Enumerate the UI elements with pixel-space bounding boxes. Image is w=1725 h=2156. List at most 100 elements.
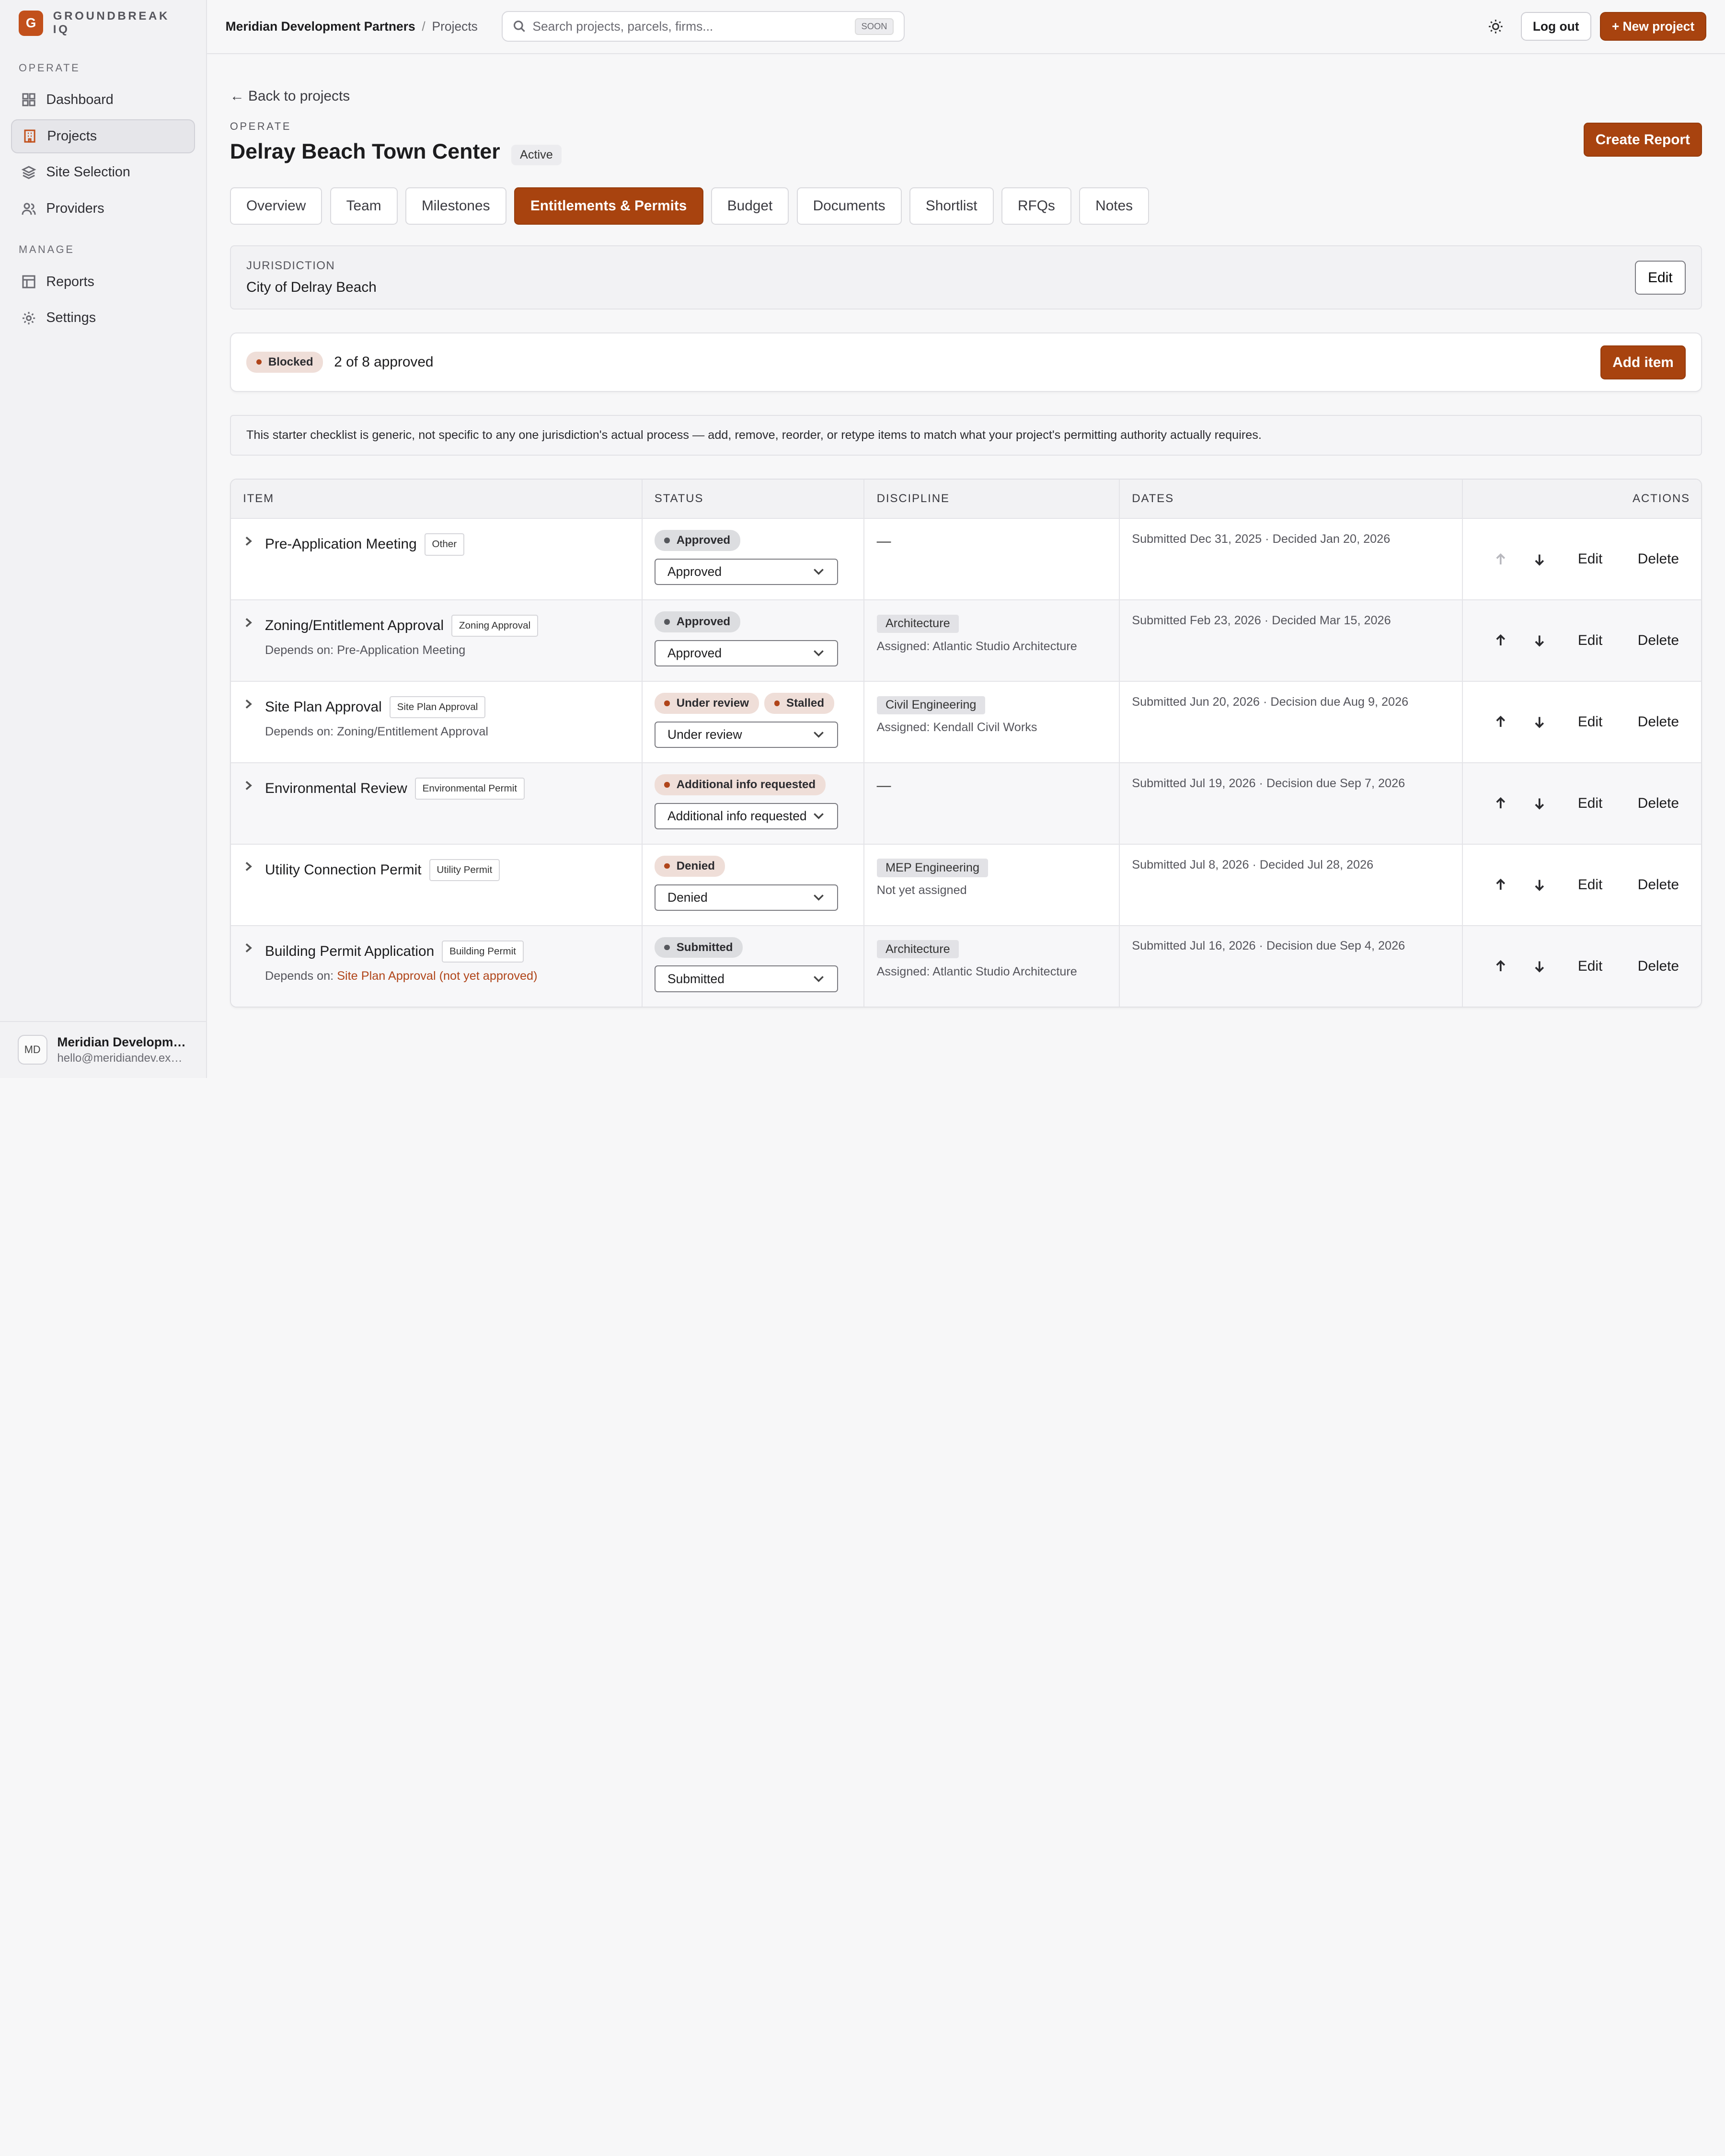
move-up-icon[interactable] [1494, 715, 1507, 729]
depends-on: Depends on: Pre-Application Meeting [265, 643, 466, 657]
status-badges: Under review Stalled [654, 693, 851, 714]
status-dot [664, 782, 670, 788]
back-link[interactable]: ← Back to projects [230, 88, 350, 104]
sun-icon[interactable] [1487, 18, 1505, 35]
status-select[interactable]: Approved [654, 640, 839, 667]
cell-discipline: Architecture Assigned: Atlantic Studio Ar… [864, 600, 1120, 681]
sidebar-item-label: Settings [46, 310, 96, 326]
search-box[interactable]: SOON [502, 11, 905, 42]
status-select[interactable]: Additional info requested [654, 803, 839, 829]
delete-button[interactable]: Delete [1638, 958, 1679, 975]
status-select[interactable]: Approved [654, 559, 839, 585]
status-select-value: Under review [667, 727, 742, 742]
tab-notes[interactable]: Notes [1079, 187, 1150, 225]
edit-button[interactable]: Edit [1578, 958, 1602, 975]
breadcrumb-firm[interactable]: Meridian Development Partners [226, 19, 415, 34]
delete-button[interactable]: Delete [1638, 795, 1679, 812]
sidebar-item-site-selection[interactable]: Site Selection [11, 155, 195, 189]
sidebar-item-projects[interactable]: Projects [11, 119, 195, 153]
add-item-button[interactable]: Add item [1600, 345, 1686, 380]
chevron-down-icon [813, 569, 824, 575]
status-select[interactable]: Under review [654, 721, 839, 748]
cell-actions: Edit Delete [1463, 519, 1701, 599]
delete-button[interactable]: Delete [1638, 551, 1679, 567]
brand[interactable]: G GROUNDBREAK IQ [0, 0, 206, 46]
move-down-icon[interactable] [1533, 634, 1546, 647]
chevron-right-icon[interactable] [243, 617, 254, 628]
depends-warning[interactable]: Site Plan Approval (not yet approved) [337, 969, 537, 983]
sidebar-item-reports[interactable]: Reports [11, 264, 195, 298]
edit-button[interactable]: Edit [1578, 714, 1602, 730]
breadcrumb-separator: / [422, 19, 426, 34]
edit-button[interactable]: Edit [1578, 795, 1602, 812]
sidebar-item-dashboard[interactable]: Dashboard [11, 83, 195, 117]
tab-entitlements-permits[interactable]: Entitlements & Permits [514, 187, 703, 225]
cell-discipline: Architecture Assigned: Atlantic Studio Ar… [864, 926, 1120, 1007]
table-row: Site Plan Approval Site Plan Approval De… [230, 681, 1701, 763]
move-down-icon[interactable] [1533, 797, 1546, 810]
depends-on: Depends on: Zoning/Entitlement Approval [265, 725, 489, 739]
chevron-right-icon[interactable] [243, 536, 254, 547]
move-up-icon[interactable] [1494, 960, 1507, 973]
status-select[interactable]: Submitted [654, 965, 839, 992]
cell-item: Environmental Review Environmental Permi… [231, 763, 643, 844]
edit-button[interactable]: Edit [1578, 877, 1602, 893]
create-report-button[interactable]: Create Report [1583, 123, 1702, 157]
status-badge-label: Under review [676, 696, 749, 710]
edit-button[interactable]: Edit [1578, 632, 1602, 649]
tab-team[interactable]: Team [330, 187, 398, 225]
logout-button[interactable]: Log out [1520, 12, 1591, 41]
move-down-icon[interactable] [1533, 878, 1546, 892]
move-down-icon[interactable] [1533, 715, 1546, 729]
chevron-right-icon[interactable] [243, 699, 254, 710]
tab-documents[interactable]: Documents [796, 187, 902, 225]
item-type-tag: Environmental Permit [414, 777, 525, 800]
chevron-right-icon[interactable] [243, 942, 254, 953]
search-input[interactable] [532, 19, 855, 34]
move-up-icon[interactable] [1494, 878, 1507, 892]
users-icon [22, 203, 36, 215]
new-project-button[interactable]: + New project [1599, 12, 1707, 41]
tab-budget[interactable]: Budget [711, 187, 789, 225]
user-name: Meridian Development Partners [57, 1034, 187, 1049]
cell-dates: Submitted Jun 20, 2026 · Decision due Au… [1120, 682, 1463, 763]
cell-actions: Edit Delete [1463, 926, 1701, 1007]
depends-prefix: Depends on: [265, 969, 337, 983]
status-badge: Submitted [654, 937, 743, 958]
sidebar-item-settings[interactable]: Settings [11, 301, 195, 335]
move-down-icon[interactable] [1533, 960, 1546, 973]
move-down-icon[interactable] [1533, 553, 1546, 566]
sidebar-item-providers[interactable]: Providers [11, 192, 195, 226]
tab-rfqs[interactable]: RFQs [1001, 187, 1071, 225]
status-dot [664, 944, 670, 951]
move-up-icon[interactable] [1494, 634, 1507, 647]
assigned-firm: Not yet assigned [876, 883, 967, 897]
edit-button[interactable]: Edit [1578, 551, 1602, 567]
delete-button[interactable]: Delete [1638, 877, 1679, 893]
table-row: Building Permit Application Building Per… [230, 925, 1701, 1007]
chevron-right-icon[interactable] [243, 861, 254, 872]
status-select[interactable]: Denied [654, 884, 839, 911]
delete-button[interactable]: Delete [1638, 632, 1679, 649]
status-badge: Stalled [764, 693, 834, 714]
col-status: STATUS [643, 480, 865, 518]
table-row: Pre-Application Meeting Other Approved A… [230, 518, 1701, 600]
tab-milestones[interactable]: Milestones [405, 187, 506, 225]
breadcrumb-page[interactable]: Projects [432, 19, 478, 34]
jurisdiction-edit-button[interactable]: Edit [1634, 261, 1686, 295]
cell-actions: Edit Delete [1463, 763, 1701, 844]
cell-dates: Submitted Feb 23, 2026 · Decided Mar 15,… [1120, 600, 1463, 681]
tab-shortlist[interactable]: Shortlist [909, 187, 994, 225]
brand-logo: G [19, 10, 44, 36]
page-title: Delray Beach Town Center [230, 139, 500, 164]
status-badge-label: Approved [676, 534, 731, 547]
cell-discipline: MEP Engineering Not yet assigned [864, 844, 1120, 925]
delete-button[interactable]: Delete [1638, 714, 1679, 730]
tab-overview[interactable]: Overview [230, 187, 322, 225]
move-up-icon[interactable] [1494, 797, 1507, 810]
brand-name: GROUNDBREAK IQ [53, 10, 170, 36]
user-card[interactable]: MD Meridian Development Partners hello@m… [0, 1021, 206, 1078]
cell-item: Utility Connection Permit Utility Permit [231, 844, 643, 925]
chevron-right-icon[interactable] [243, 780, 254, 791]
col-discipline: DISCIPLINE [864, 480, 1120, 518]
